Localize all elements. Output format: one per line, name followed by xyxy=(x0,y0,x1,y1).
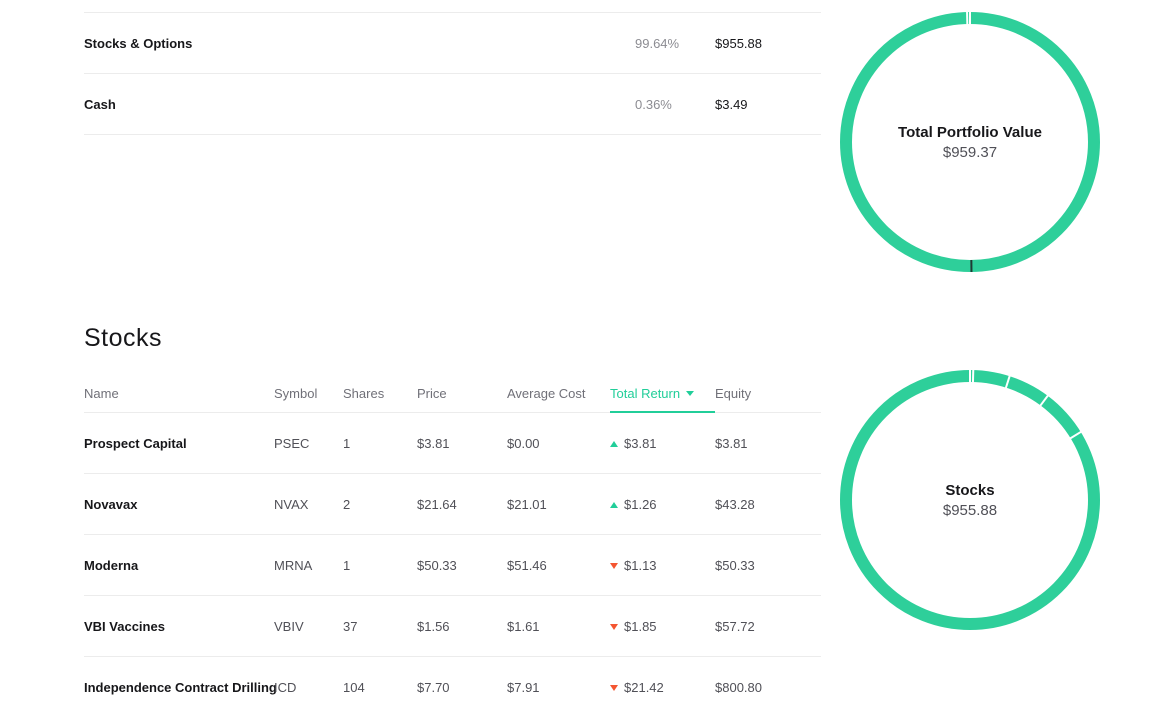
stock-symbol: VBIV xyxy=(274,619,304,634)
stocks-section-title: Stocks xyxy=(84,324,162,353)
portfolio-donut-title: Total Portfolio Value xyxy=(898,124,1042,141)
allocation-row-cash[interactable]: Cash 0.36% $3.49 xyxy=(84,74,821,135)
allocation-row-stocks-options[interactable]: Stocks & Options 99.64% $955.88 xyxy=(84,13,821,74)
column-header-equity[interactable]: Equity xyxy=(715,386,751,401)
stock-name: Prospect Capital xyxy=(84,436,187,451)
stock-average-cost: $1.61 xyxy=(507,619,540,634)
arrow-down-icon xyxy=(610,685,618,691)
stock-equity: $57.72 xyxy=(715,619,755,634)
stock-total-return: $1.85 xyxy=(610,619,657,634)
stock-equity: $43.28 xyxy=(715,497,755,512)
stock-total-return-value: $21.42 xyxy=(624,680,664,695)
stock-total-return-value: $3.81 xyxy=(624,436,657,451)
column-header-symbol[interactable]: Symbol xyxy=(274,386,317,401)
stock-average-cost: $51.46 xyxy=(507,558,547,573)
arrow-up-icon xyxy=(610,502,618,508)
column-header-name[interactable]: Name xyxy=(84,386,119,401)
stock-shares: 37 xyxy=(343,619,357,634)
portfolio-donut-center: Total Portfolio Value $959.37 xyxy=(838,10,1102,274)
arrow-down-icon xyxy=(610,624,618,630)
stocks-table: Name Symbol Shares Price Average Cost To… xyxy=(84,374,821,717)
stock-shares: 1 xyxy=(343,558,350,573)
column-header-total-return[interactable]: Total Return xyxy=(610,386,694,401)
stock-shares: 2 xyxy=(343,497,350,512)
column-header-total-return-label: Total Return xyxy=(610,386,680,401)
stock-equity: $3.81 xyxy=(715,436,748,451)
stock-price: $50.33 xyxy=(417,558,457,573)
stocks-donut-chart[interactable]: Stocks $955.88 xyxy=(838,368,1102,632)
stock-total-return-value: $1.85 xyxy=(624,619,657,634)
stock-total-return: $1.26 xyxy=(610,497,657,512)
allocation-name: Cash xyxy=(84,97,116,112)
stock-price: $7.70 xyxy=(417,680,450,695)
column-header-shares[interactable]: Shares xyxy=(343,386,384,401)
stock-equity: $50.33 xyxy=(715,558,755,573)
allocation-value: $955.88 xyxy=(715,36,762,51)
column-header-average-cost[interactable]: Average Cost xyxy=(507,386,586,401)
stock-total-return: $3.81 xyxy=(610,436,657,451)
stock-name: Independence Contract Drilling xyxy=(84,680,277,695)
stock-total-return-value: $1.13 xyxy=(624,558,657,573)
stock-shares: 104 xyxy=(343,680,365,695)
table-row[interactable]: Independence Contract Drilling ICD 104 $… xyxy=(84,657,821,717)
stock-average-cost: $7.91 xyxy=(507,680,540,695)
stock-equity: $800.80 xyxy=(715,680,762,695)
stock-symbol: PSEC xyxy=(274,436,309,451)
table-row[interactable]: Moderna MRNA 1 $50.33 $51.46 $1.13 $50.3… xyxy=(84,535,821,596)
allocation-percent: 0.36% xyxy=(635,97,672,112)
allocation-value: $3.49 xyxy=(715,97,748,112)
allocation-summary: Stocks & Options 99.64% $955.88 Cash 0.3… xyxy=(84,12,821,135)
stock-symbol: NVAX xyxy=(274,497,308,512)
stocks-donut-title: Stocks xyxy=(945,482,994,499)
stock-shares: 1 xyxy=(343,436,350,451)
table-row[interactable]: VBI Vaccines VBIV 37 $1.56 $1.61 $1.85 $… xyxy=(84,596,821,657)
arrow-up-icon xyxy=(610,441,618,447)
stock-price: $3.81 xyxy=(417,436,450,451)
stock-price: $1.56 xyxy=(417,619,450,634)
stock-price: $21.64 xyxy=(417,497,457,512)
stock-symbol: ICD xyxy=(274,680,296,695)
stock-average-cost: $0.00 xyxy=(507,436,540,451)
stocks-donut-value: $955.88 xyxy=(943,502,997,519)
sort-descending-icon xyxy=(686,391,694,396)
arrow-down-icon xyxy=(610,563,618,569)
stock-name: Moderna xyxy=(84,558,138,573)
portfolio-donut-value: $959.37 xyxy=(943,144,997,161)
stocks-table-header: Name Symbol Shares Price Average Cost To… xyxy=(84,374,821,413)
stocks-donut-center: Stocks $955.88 xyxy=(838,368,1102,632)
stock-average-cost: $21.01 xyxy=(507,497,547,512)
column-header-price[interactable]: Price xyxy=(417,386,447,401)
stock-total-return: $21.42 xyxy=(610,680,664,695)
table-row[interactable]: Prospect Capital PSEC 1 $3.81 $0.00 $3.8… xyxy=(84,413,821,474)
stock-name: Novavax xyxy=(84,497,137,512)
stock-total-return-value: $1.26 xyxy=(624,497,657,512)
portfolio-donut-chart[interactable]: Total Portfolio Value $959.37 xyxy=(838,10,1102,274)
table-row[interactable]: Novavax NVAX 2 $21.64 $21.01 $1.26 $43.2… xyxy=(84,474,821,535)
allocation-percent: 99.64% xyxy=(635,36,679,51)
stock-symbol: MRNA xyxy=(274,558,312,573)
stock-total-return: $1.13 xyxy=(610,558,657,573)
stock-name: VBI Vaccines xyxy=(84,619,165,634)
allocation-name: Stocks & Options xyxy=(84,36,192,51)
